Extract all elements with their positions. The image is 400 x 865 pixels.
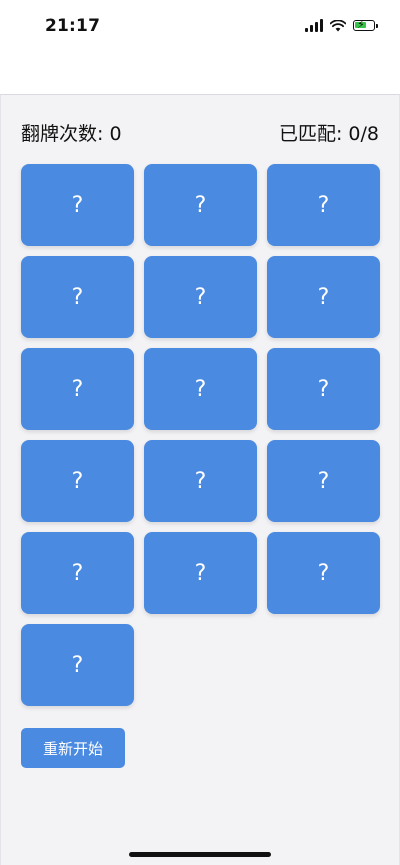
app-frame: 翻牌次数: 0 已匹配: 0/8 ???????????????? 重新开始 <box>0 94 400 865</box>
memory-card[interactable]: ? <box>267 532 380 614</box>
home-indicator[interactable] <box>129 852 271 857</box>
wifi-icon <box>330 19 346 31</box>
matched-count-label: 已匹配: 0/8 <box>278 122 379 145</box>
status-icons: ⚡ <box>305 18 378 32</box>
battery-charging-icon: ⚡ <box>353 18 378 31</box>
memory-card[interactable]: ? <box>144 256 257 338</box>
flip-count-label: 翻牌次数: 0 <box>21 122 122 145</box>
memory-card[interactable]: ? <box>21 348 134 430</box>
status-time: 21:17 <box>45 16 101 36</box>
card-board: ???????????????? <box>21 164 381 706</box>
restart-button[interactable]: 重新开始 <box>21 728 125 768</box>
memory-card[interactable]: ? <box>21 624 134 706</box>
memory-card[interactable]: ? <box>267 440 380 522</box>
memory-card[interactable]: ? <box>21 256 134 338</box>
charging-bolt-icon: ⚡ <box>357 18 365 31</box>
status-bar: 21:17 ⚡ <box>0 0 400 56</box>
memory-card[interactable]: ? <box>21 440 134 522</box>
memory-card[interactable]: ? <box>144 440 257 522</box>
score-header: 翻牌次数: 0 已匹配: 0/8 <box>21 117 379 147</box>
memory-card[interactable]: ? <box>267 348 380 430</box>
memory-card[interactable]: ? <box>144 164 257 246</box>
memory-card[interactable]: ? <box>267 256 380 338</box>
signal-icon <box>305 19 323 32</box>
memory-card[interactable]: ? <box>144 348 257 430</box>
memory-card[interactable]: ? <box>21 164 134 246</box>
memory-card[interactable]: ? <box>144 532 257 614</box>
memory-card[interactable]: ? <box>267 164 380 246</box>
memory-card[interactable]: ? <box>21 532 134 614</box>
